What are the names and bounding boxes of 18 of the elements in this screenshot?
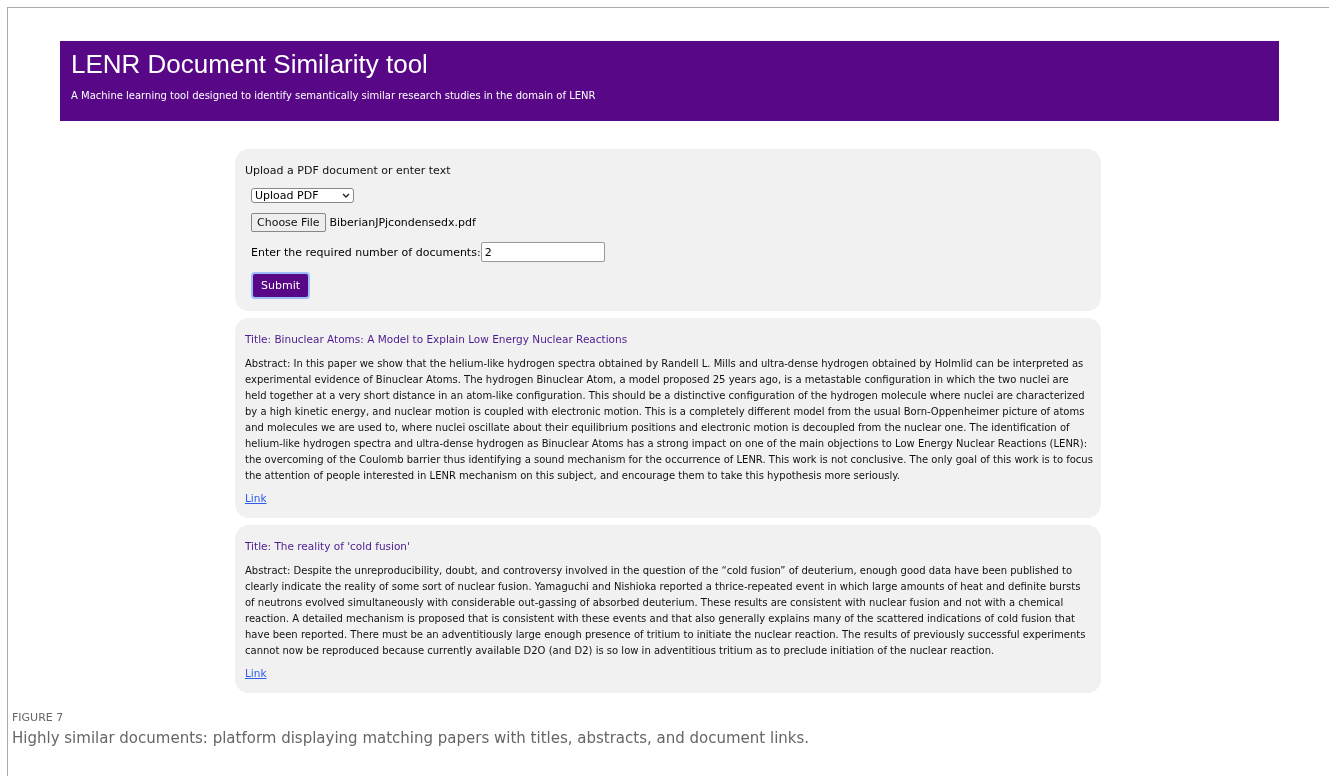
file-name: BiberianJPjcondensedx.pdf xyxy=(329,216,476,229)
page-subtitle: A Machine learning tool designed to identify semantically similar research studies in the domain of LENR xyxy=(71,90,596,101)
caret-icon xyxy=(342,193,350,198)
mode-select[interactable]: Upload PDF xyxy=(251,188,354,203)
result-title: Title: Binuclear Atoms: A Model to Explain Low Energy Nuclear Reactions xyxy=(245,333,628,345)
form-heading: Upload a PDF document or enter text xyxy=(245,164,451,177)
result-title: Title: The reality of 'cold fusion' xyxy=(245,540,410,552)
result-abstract: Abstract: Despite the unreproducibility, doubt, and controversy involved in the question of the “cold fusion” of deuterium, enough good data have been published to clearly indicate the reality of some sort of nuclear fusion. Yamaguchi and Nishioka reported a thrice-repeated event in which large amounts of heat and definite bursts of neutrons evolved simultaneously with considerable out-gassing of absorbed deuterium. These results are consistent with nuclear fusion and not with a chemical reaction. A detailed mechanism is proposed that is consistent with these events and that also generally explains many of the scattered indications of cold fusion that have been reported. There must be an adventitiously large enough presence of tritium to initiate the nuclear reaction. The results of previously successful experiments cannot now be reproduced because currently available D2O (and D2) is so low in adventitious tritium as to preclude initiation of the nuclear reaction. xyxy=(245,564,1087,658)
result-link[interactable]: Link xyxy=(245,667,267,679)
result-abstract: Abstract: In this paper we show that the helium-like hydrogen spectra obtained by Randell L. Mills and ultra-dense hydrogen obtained by Holmlid can be interpreted as experimental evidence of Binuclear Atoms. The hydrogen Binuclear Atom, a model proposed 25 years ago, is a metastable configuration in which the two nuclei are held together at a very short distance in an atom-like configuration. This should be a distinctive configuration of the hydrogen molecule where nuclei are characterized by a high kinetic energy, and nuclear motion is coupled with electronic motion. This is a completely different model from the usual Born-Oppenheimer picture of atoms and molecules we are used to, where nuclei oscillate about their equilibrium positions and electronic motion is decoupled from the nuclear one. The identification of helium-like hydrogen spectra and ultra-dense hydrogen as Binuclear Atoms has a strong impact on one of the main objections to Low Energy Nuclear Reactions (LENR): the overcoming of the Coulomb barrier thus identifying a sound mechanism for the occurrence of LENR. This work is not conclusive. The only goal of this work is to focus the attention of people interested in LENR mechanism on this subject, and encourage them to take this hypothesis more seriously. xyxy=(245,357,1093,483)
count-label: Enter the required number of documents: xyxy=(251,245,481,259)
result-link[interactable]: Link xyxy=(245,492,267,504)
choose-file-button[interactable]: Choose File xyxy=(251,213,326,232)
submit-button[interactable]: Submit xyxy=(251,272,311,299)
figure-caption: Highly similar documents: platform displaying matching papers with titles, abstracts, and document links. xyxy=(12,729,811,747)
page-title: LENR Document Similarity tool xyxy=(71,49,429,80)
count-input[interactable]: 2 xyxy=(480,242,605,262)
figure-label: FIGURE 7 xyxy=(12,711,64,724)
